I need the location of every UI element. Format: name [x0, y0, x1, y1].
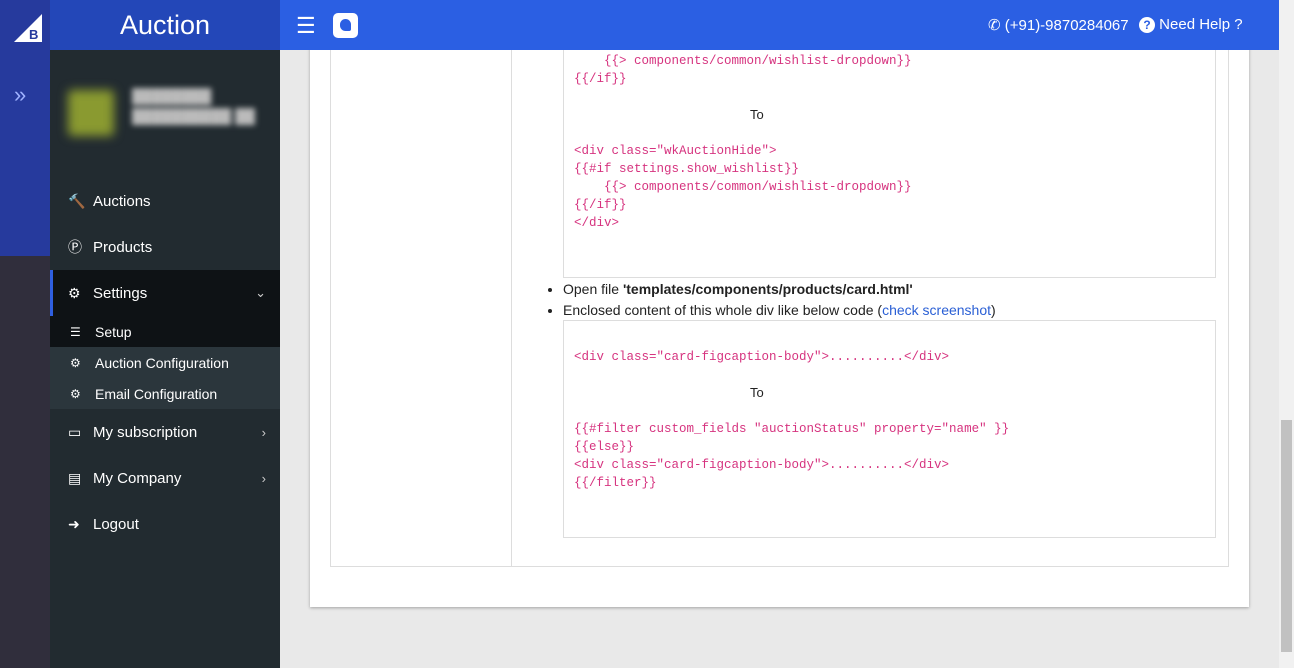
profile-name-blurred: ████████ ██████████ ██ [132, 88, 255, 124]
sidebar-subitem-email-configuration[interactable]: ⚙ Email Configuration [50, 378, 280, 409]
avatar [68, 90, 114, 136]
label: My subscription [93, 423, 198, 441]
bigcommerce-logo-icon[interactable]: B [14, 14, 42, 42]
to-label: To [750, 385, 764, 400]
credit-card-icon: ▭ [68, 423, 82, 440]
code-line: {{#if settings.show_wishlist}} [574, 162, 800, 176]
scrollbar[interactable] [1279, 0, 1294, 668]
app-title: Auction [50, 0, 280, 50]
top-bar: ☰ ✆ (+91)-9870284067 ? Need Help ? [280, 0, 1279, 50]
gear-icon: ⚙ [70, 386, 81, 401]
label: Products [93, 238, 153, 256]
code-line: {{/if}} [574, 72, 627, 86]
product-icon: Ⓟ [68, 239, 82, 255]
gears-icon: ⚙ [70, 355, 81, 370]
column-divider [511, 0, 512, 566]
profile: ████████ ██████████ ██ [50, 50, 280, 170]
sidebar-item-logout[interactable]: ➜ Logout [50, 501, 280, 547]
sidebar-subitem-auction-configuration[interactable]: ⚙ Auction Configuration [50, 347, 280, 378]
code-line: <div class="card-figcaption-body">......… [574, 350, 950, 364]
sidebar-item-auctions[interactable]: 🔨 Auctions [50, 178, 280, 224]
code-block-2: <div class="card-figcaption-body">......… [563, 320, 1216, 538]
label: Logout [93, 515, 139, 533]
code-line: {{/if}} [574, 198, 627, 212]
text: Enclosed content of this whole div like … [563, 302, 883, 318]
code-line: <div class="card-figcaption-body">......… [574, 458, 950, 472]
app-switcher-strip: B » [0, 0, 50, 668]
menu-icon[interactable]: ☰ [296, 13, 316, 39]
help-label: Need Help ? [1159, 16, 1243, 33]
label: Auctions [93, 192, 151, 210]
logout-icon: ➜ [68, 515, 80, 532]
code-line: {{/filter}} [574, 476, 657, 490]
brand-icon[interactable] [333, 13, 358, 38]
chevron-right-icon: › [261, 424, 266, 440]
gear-icon: ⚙ [68, 284, 81, 301]
text: ) [991, 302, 996, 318]
code-line: </div> [574, 216, 620, 230]
list-item: Open file 'templates/components/products… [563, 279, 996, 300]
svg-text:B: B [29, 27, 38, 42]
sidebar-item-settings[interactable]: ⚙ Settings ⌄ [50, 270, 280, 316]
chevron-right-icon: › [261, 470, 266, 486]
label: My Company [93, 469, 182, 487]
label: Email Configuration [95, 385, 218, 402]
sidebar-item-my-company[interactable]: ▤ My Company › [50, 455, 280, 501]
label: Settings [93, 284, 148, 302]
question-icon: ? [1139, 17, 1155, 33]
code-line: {{else}} [574, 440, 635, 454]
code-line: <div class="wkAuctionHide"> [574, 144, 777, 158]
code-line: {{#filter custom_fields "auctionStatus" … [574, 422, 1010, 436]
sidebar-subitem-setup[interactable]: ☰ Setup [50, 316, 280, 347]
label: Auction Configuration [95, 354, 229, 371]
list-item: Enclosed content of this whole div like … [563, 300, 996, 321]
instruction-list: Open file 'templates/components/products… [550, 279, 996, 321]
code-line: {{> components/common/wishlist-dropdown}… [574, 180, 912, 194]
sliders-icon: ☰ [70, 324, 81, 339]
sidebar-item-my-subscription[interactable]: ▭ My subscription › [50, 409, 280, 455]
code-line: {{> components/common/wishlist-dropdown}… [574, 54, 912, 68]
phone-contact[interactable]: ✆ (+91)-9870284067 [988, 16, 1129, 34]
gavel-icon: 🔨 [68, 192, 86, 209]
content-card: {{> components/common/wishlist-dropdown}… [310, 0, 1249, 607]
sidebar-item-products[interactable]: Ⓟ Products [50, 224, 280, 270]
sidebar: Auction ████████ ██████████ ██ 🔨 Auctions… [50, 0, 280, 668]
expand-icon[interactable]: » [14, 82, 26, 108]
to-label: To [750, 107, 764, 122]
id-card-icon: ▤ [68, 469, 82, 486]
need-help-link[interactable]: ? Need Help ? [1139, 16, 1243, 33]
phone-icon: ✆ [988, 17, 1001, 34]
phone-number: (+91)-9870284067 [1004, 17, 1129, 34]
check-screenshot-link[interactable]: check screenshot [882, 302, 991, 318]
code-block-1: {{> components/common/wishlist-dropdown}… [563, 50, 1216, 278]
chevron-down-icon: ⌄ [255, 285, 266, 300]
file-path: 'templates/components/products/card.html… [622, 281, 913, 297]
label: Setup [95, 323, 132, 340]
scrollbar-thumb[interactable] [1281, 420, 1292, 652]
text: Open file [563, 281, 623, 297]
